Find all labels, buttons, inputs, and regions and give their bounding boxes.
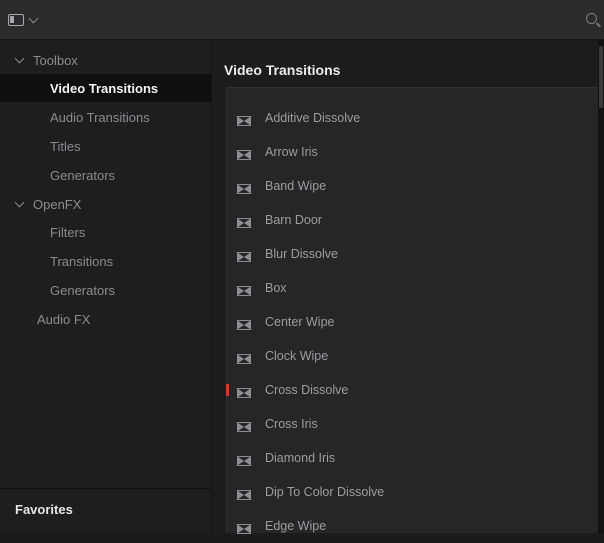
transition-browser: Video Transitions Additive Dissolve Arrow…	[212, 40, 598, 534]
tree-item-label: Filters	[50, 224, 86, 240]
tree-item-titles[interactable]: Titles	[0, 132, 211, 160]
tree-item-label: Titles	[50, 138, 81, 154]
tree-item-label: Audio Transitions	[50, 109, 150, 125]
transition-label: Blur Dissolve	[265, 247, 338, 261]
transition-item[interactable]: Clock Wipe	[227, 339, 598, 373]
transition-icon	[237, 419, 251, 432]
transition-item[interactable]: Band Wipe	[227, 169, 598, 203]
tree-item-openfx[interactable]: OpenFX	[0, 190, 211, 218]
transition-label: Edge Wipe	[265, 519, 327, 533]
panel-toggle-button[interactable]	[8, 10, 48, 30]
transition-label: Cross Dissolve	[265, 383, 349, 397]
transition-label: Box	[265, 281, 287, 295]
tree-item-filters[interactable]: Filters	[0, 218, 211, 246]
transition-icon	[237, 181, 251, 194]
transition-label: Diamond Iris	[265, 451, 336, 465]
favorites-label: Favorites	[15, 502, 73, 517]
transition-item[interactable]: Barn Door	[227, 203, 598, 237]
chevron-down-icon	[28, 13, 39, 23]
transition-icon	[237, 351, 251, 364]
scrollbar-thumb[interactable]	[599, 46, 603, 108]
transition-icon	[237, 113, 251, 126]
marker-indicator	[226, 384, 229, 396]
tree-item-toolbox[interactable]: Toolbox	[0, 46, 211, 74]
transition-item[interactable]: Edge Wipe	[227, 509, 598, 543]
tree-item-generators[interactable]: Generators	[0, 161, 211, 189]
tree-item-audio-fx[interactable]: Audio FX	[0, 305, 211, 333]
transition-icon	[237, 215, 251, 228]
transition-label: Band Wipe	[265, 179, 327, 193]
sidebar: Toolbox Video Transitions Audio Transiti…	[0, 40, 212, 534]
toolbar	[0, 0, 604, 40]
tree-item-label: Generators	[50, 167, 116, 183]
transition-icon	[237, 147, 251, 160]
transition-item[interactable]: Additive Dissolve	[227, 101, 598, 135]
transition-item[interactable]: Arrow Iris	[227, 135, 598, 169]
transition-icon	[237, 487, 251, 500]
transition-item[interactable]: Center Wipe	[227, 305, 598, 339]
transition-label: Barn Door	[265, 213, 322, 227]
search-icon[interactable]	[586, 13, 597, 24]
tree-item-label: Audio FX	[37, 311, 91, 327]
tree-item-openfx-generators[interactable]: Generators	[0, 276, 211, 304]
transition-icon	[237, 385, 251, 398]
tree-item-transitions[interactable]: Transitions	[0, 247, 211, 275]
scrollbar[interactable]	[598, 40, 604, 533]
transition-label: Cross Iris	[265, 417, 318, 431]
transition-icon	[237, 283, 251, 296]
chevron-down-icon[interactable]	[14, 53, 25, 63]
tree-item-audio-transitions[interactable]: Audio Transitions	[0, 103, 211, 131]
transition-item[interactable]: Blur Dissolve	[227, 237, 598, 271]
transition-item[interactable]: Cross Iris	[227, 407, 598, 441]
transition-item[interactable]: Box	[227, 271, 598, 305]
tree-item-label: Video Transitions	[50, 80, 159, 96]
chevron-down-icon[interactable]	[14, 197, 25, 207]
tree-item-video-transitions[interactable]: Video Transitions	[0, 74, 211, 102]
transition-item[interactable]: Dip To Color Dissolve	[227, 475, 598, 509]
transition-item[interactable]: Diamond Iris	[227, 441, 598, 475]
transition-icon	[237, 317, 251, 330]
transition-icon	[237, 453, 251, 466]
tree-item-label: Transitions	[50, 253, 114, 269]
page-title: Video Transitions	[224, 62, 341, 78]
tree-item-label: Generators	[50, 282, 116, 298]
transition-label: Additive Dissolve	[265, 111, 361, 125]
transition-icon	[237, 521, 251, 534]
tree-item-label: OpenFX	[33, 196, 82, 212]
favorites-section[interactable]: Favorites	[0, 488, 211, 534]
transition-item[interactable]: Cross Dissolve	[226, 373, 598, 407]
transition-label: Center Wipe	[265, 315, 335, 329]
tree-item-label: Toolbox	[33, 52, 78, 68]
transition-list[interactable]: Additive Dissolve Arrow Iris Band Wipe Barn…	[226, 87, 598, 534]
panel-layout-icon	[8, 14, 24, 26]
transition-label: Clock Wipe	[265, 349, 329, 363]
transition-icon	[237, 249, 251, 262]
transition-label: Dip To Color Dissolve	[265, 485, 385, 499]
transition-label: Arrow Iris	[265, 145, 318, 159]
